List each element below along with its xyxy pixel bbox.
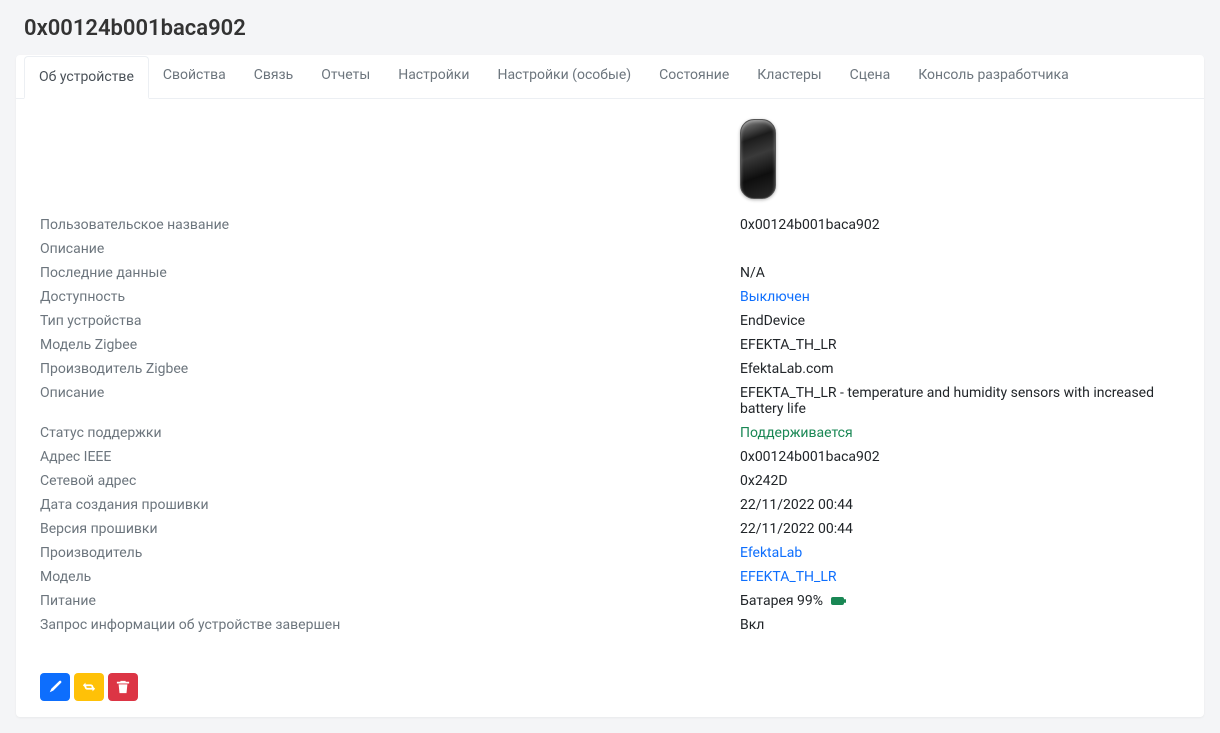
label-nwk: Сетевой адрес xyxy=(40,473,740,489)
row-last-seen: Последние данные N/A xyxy=(40,265,1180,281)
label-fw-version: Версия прошивки xyxy=(40,521,740,537)
row-manufacturer: Производитель EfektaLab xyxy=(40,545,1180,561)
tab-scene[interactable]: Сцена xyxy=(836,55,905,98)
value-support-status: Поддерживается xyxy=(740,425,1180,441)
label-description2: Описание xyxy=(40,385,740,401)
label-power: Питание xyxy=(40,593,740,609)
label-friendly-name: Пользовательское название xyxy=(40,217,740,233)
device-card: Об устройстве Свойства Связь Отчеты Наст… xyxy=(16,55,1204,717)
row-interview-done: Запрос информации об устройстве завершен… xyxy=(40,617,1180,633)
row-zigbee-manufacturer: Производитель Zigbee EfektaLab.com xyxy=(40,361,1180,377)
label-zigbee-manufacturer: Производитель Zigbee xyxy=(40,361,740,377)
label-interview-done: Запрос информации об устройстве завершен xyxy=(40,617,740,633)
row-power: Питание Батарея 99% xyxy=(40,593,1180,609)
value-zigbee-manufacturer: EfektaLab.com xyxy=(740,361,1180,377)
tab-state[interactable]: Состояние xyxy=(645,55,743,98)
label-model: Модель xyxy=(40,569,740,585)
value-power: Батарея 99% xyxy=(740,593,1180,609)
tab-about[interactable]: Об устройстве xyxy=(24,56,149,99)
row-availability: Доступность Выключен xyxy=(40,289,1180,305)
row-zigbee-model: Модель Zigbee EFEKTA_TH_LR xyxy=(40,337,1180,353)
value-model[interactable]: EFEKTA_TH_LR xyxy=(740,569,1180,585)
row-friendly-name: Пользовательское название 0x00124b001bac… xyxy=(40,217,1180,233)
label-last-seen: Последние данные xyxy=(40,265,740,281)
retweet-icon xyxy=(82,680,96,694)
reconfigure-button[interactable] xyxy=(74,673,104,701)
action-buttons xyxy=(16,673,1204,701)
row-fw-version: Версия прошивки 22/11/2022 00:44 xyxy=(40,521,1180,537)
tabs: Об устройстве Свойства Связь Отчеты Наст… xyxy=(16,55,1204,99)
value-last-seen: N/A xyxy=(740,265,1180,281)
label-zigbee-model: Модель Zigbee xyxy=(40,337,740,353)
value-fw-date: 22/11/2022 00:44 xyxy=(740,497,1180,513)
pencil-icon xyxy=(48,680,62,694)
row-description: Описание xyxy=(40,241,1180,257)
label-device-type: Тип устройства xyxy=(40,313,740,329)
label-support-status: Статус поддержки xyxy=(40,425,740,441)
tab-devconsole[interactable]: Консоль разработчика xyxy=(904,55,1083,98)
value-device-type: EndDevice xyxy=(740,313,1180,329)
delete-button[interactable] xyxy=(108,673,138,701)
rename-button[interactable] xyxy=(40,673,70,701)
battery-icon xyxy=(831,593,847,609)
page-title: 0x00124b001baca902 xyxy=(16,16,1204,41)
value-fw-version: 22/11/2022 00:44 xyxy=(740,521,1180,537)
value-nwk: 0x242D xyxy=(740,473,1180,489)
label-availability: Доступность xyxy=(40,289,740,305)
value-friendly-name: 0x00124b001baca902 xyxy=(740,217,1180,233)
label-description: Описание xyxy=(40,241,740,257)
row-ieee: Адрес IEEE 0x00124b001baca902 xyxy=(40,449,1180,465)
label-ieee: Адрес IEEE xyxy=(40,449,740,465)
tab-props[interactable]: Свойства xyxy=(149,55,240,98)
row-fw-date: Дата создания прошивки 22/11/2022 00:44 xyxy=(40,497,1180,513)
tab-clusters[interactable]: Кластеры xyxy=(743,55,835,98)
tab-settings[interactable]: Настройки xyxy=(384,55,483,98)
tab-bind[interactable]: Связь xyxy=(240,55,308,98)
row-device-type: Тип устройства EndDevice xyxy=(40,313,1180,329)
value-zigbee-model: EFEKTA_TH_LR xyxy=(740,337,1180,353)
value-availability[interactable]: Выключен xyxy=(740,289,1180,305)
value-description2: EFEKTA_TH_LR - temperature and humidity … xyxy=(740,385,1180,417)
row-nwk: Сетевой адрес 0x242D xyxy=(40,473,1180,489)
value-interview-done: Вкл xyxy=(740,617,1180,633)
value-power-text: Батарея 99% xyxy=(740,593,823,609)
tab-settings-specific[interactable]: Настройки (особые) xyxy=(483,55,645,98)
label-manufacturer: Производитель xyxy=(40,545,740,561)
row-support-status: Статус поддержки Поддерживается xyxy=(40,425,1180,441)
row-model: Модель EFEKTA_TH_LR xyxy=(40,569,1180,585)
label-fw-date: Дата создания прошивки xyxy=(40,497,740,513)
value-ieee: 0x00124b001baca902 xyxy=(740,449,1180,465)
tab-reports[interactable]: Отчеты xyxy=(307,55,384,98)
row-description2: Описание EFEKTA_TH_LR - temperature and … xyxy=(40,385,1180,417)
trash-icon xyxy=(116,680,130,694)
device-image xyxy=(740,119,776,199)
device-content: Пользовательское название 0x00124b001bac… xyxy=(16,99,1204,653)
value-manufacturer[interactable]: EfektaLab xyxy=(740,545,1180,561)
